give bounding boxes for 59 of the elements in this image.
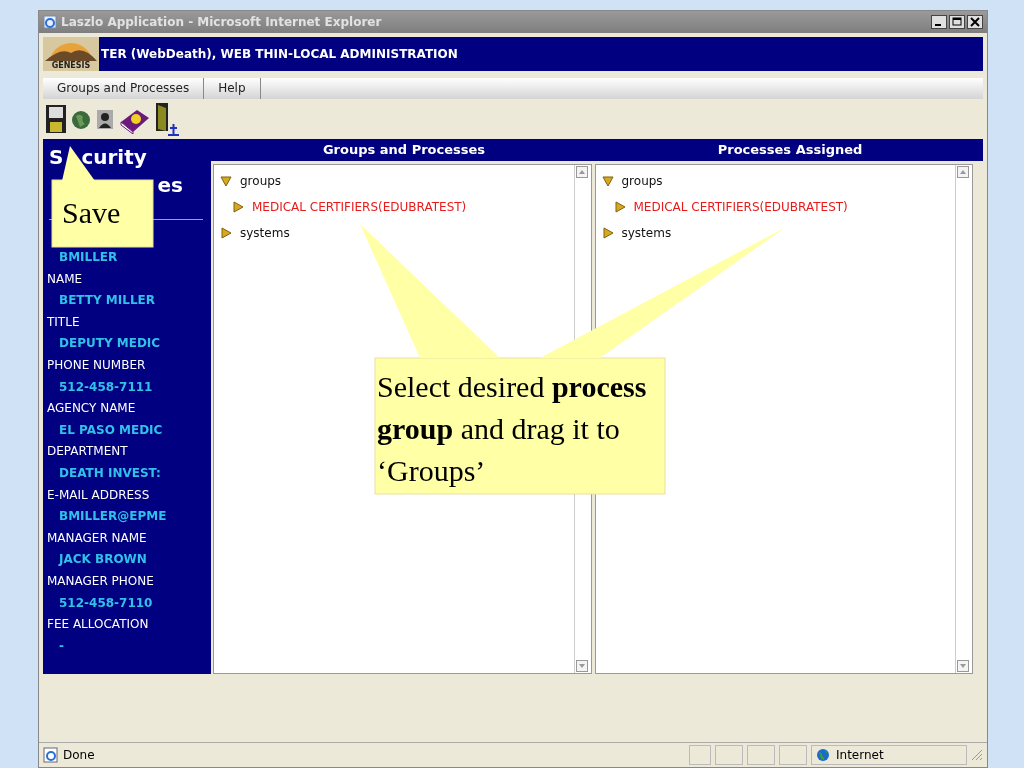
field-value: DEPUTY MEDIC: [58, 335, 162, 353]
zone-label: Internet: [836, 748, 884, 762]
tree-item[interactable]: groups: [240, 174, 282, 188]
tree-item[interactable]: MEDICAL CERTIFIERS(EDUBRATEST): [633, 200, 848, 214]
field-label: MANAGER NAME: [47, 529, 148, 547]
close-button[interactable]: [967, 15, 983, 29]
tree-item[interactable]: systems: [240, 226, 290, 240]
collapsed-arrow-icon[interactable]: [601, 226, 614, 240]
sidebar-heading: es: [157, 172, 183, 199]
status-pane: [715, 745, 743, 765]
field-value: BMILLER@EPME: [58, 508, 168, 526]
field-label: DEPARTMENT: [47, 443, 129, 461]
collapsed-arrow-icon[interactable]: [220, 226, 232, 240]
logo-text: GENESIS: [51, 61, 91, 71]
globe-icon: [816, 748, 830, 762]
resize-grip-icon[interactable]: [971, 749, 983, 761]
tree-item[interactable]: MEDICAL CERTIFIERS(EDUBRATEST): [252, 200, 467, 214]
status-pane: [688, 745, 711, 765]
callout-text: Save: [62, 195, 122, 231]
tree-item[interactable]: groups: [621, 174, 663, 188]
window-title: Laszlo Application - Microsoft Internet Explorer: [61, 15, 383, 29]
pane-title: Processes Assigned: [716, 141, 864, 159]
browser-icon: [43, 15, 57, 29]
minimize-button[interactable]: [931, 15, 947, 29]
field-label: NAME: [47, 270, 84, 288]
app-title: TER (WebDeath), WEB THIN-LOCAL ADMINISTRATION: [101, 47, 458, 61]
door-icon[interactable]: [155, 102, 181, 136]
sidebar-heading: curity: [81, 144, 147, 171]
pane-title: Groups and Processes: [321, 141, 487, 159]
callout-text: Select desired process group and drag it to ‘Groups’: [377, 369, 647, 489]
field-value: 512-458-7110: [58, 594, 154, 612]
status-pane: [779, 745, 807, 765]
status-text: Done: [63, 748, 95, 762]
sidebar-heading: S: [49, 144, 64, 171]
field-value: BMILLER: [58, 249, 119, 266]
collapsed-arrow-icon[interactable]: [613, 200, 626, 214]
status-pane: [747, 745, 775, 765]
field-value: DEATH INVEST:: [58, 464, 162, 482]
field-label: MANAGER PHONE: [47, 572, 155, 590]
field-label: E-MAIL ADDRESS: [47, 486, 151, 504]
field-label: AGENCY NAME: [47, 400, 137, 418]
tree-item[interactable]: systems: [621, 226, 672, 240]
expanded-arrow-icon[interactable]: [220, 174, 232, 188]
field-value: EL PASO MEDIC: [58, 421, 164, 439]
field-value: JACK BROWN: [57, 551, 148, 569]
collapsed-arrow-icon[interactable]: [232, 200, 244, 214]
menu-item[interactable]: Groups and Processes: [43, 78, 205, 99]
field-value: BETTY MILLER: [58, 292, 156, 310]
field-label: TITLE: [47, 313, 81, 331]
field-value: 512-458-7111: [58, 378, 154, 396]
field-value: -: [58, 637, 65, 655]
menu-item[interactable]: Help: [204, 78, 261, 99]
maximize-button[interactable]: [949, 15, 965, 29]
person-icon[interactable]: [95, 107, 115, 131]
page-icon: [43, 747, 59, 763]
expanded-arrow-icon[interactable]: [601, 174, 614, 188]
field-label: PHONE NUMBER: [47, 356, 147, 374]
field-label: FEE ALLOCATION: [47, 616, 150, 634]
scrollbar[interactable]: [955, 165, 972, 673]
